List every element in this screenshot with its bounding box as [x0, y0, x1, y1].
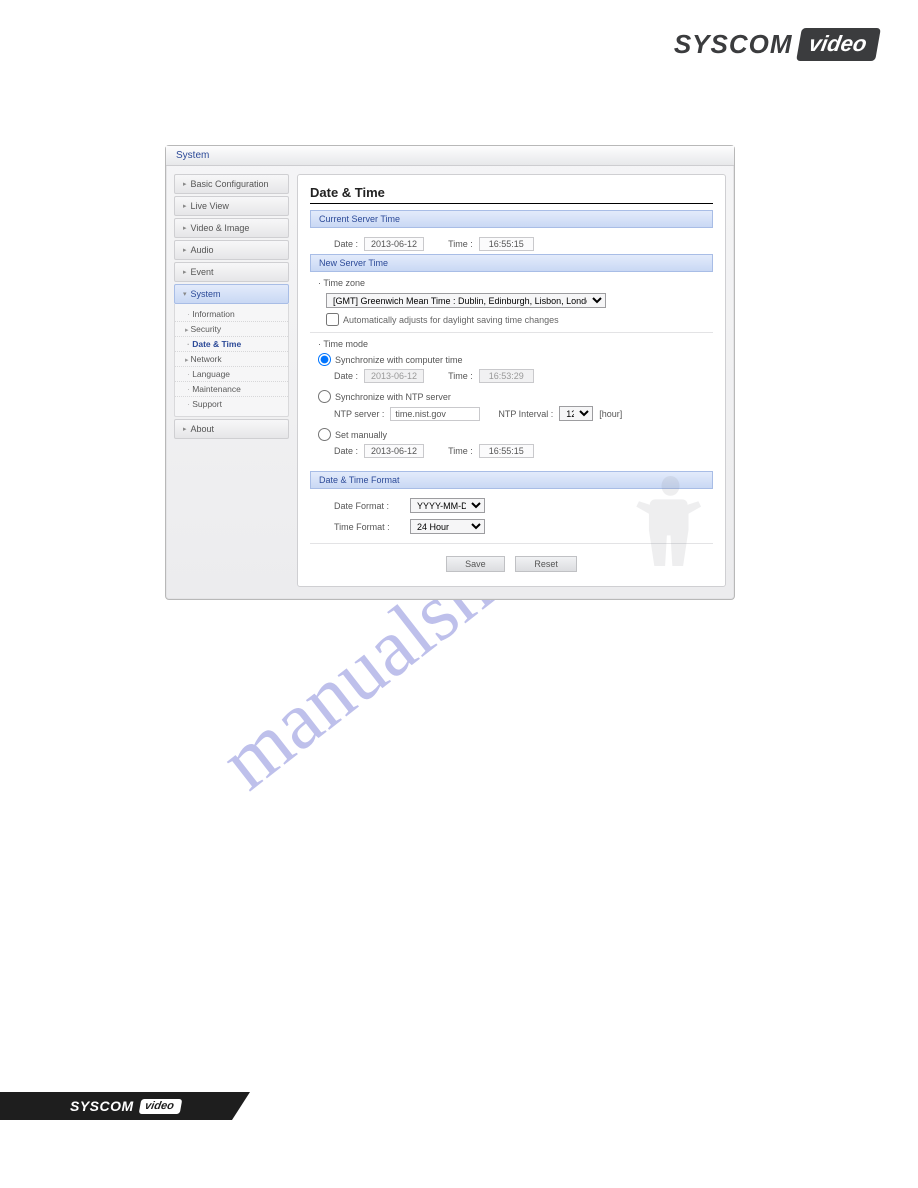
settings-window: System ▸ Basic Configuration ▸ Live View ▸…: [165, 145, 735, 600]
manual-time-row: Date : 2013-06-12 Time : 16:55:15: [310, 441, 713, 461]
time-format-row: Time Format : 24 Hour: [310, 516, 713, 537]
sidebar-item-live-view[interactable]: ▸ Live View: [174, 196, 289, 216]
computer-time-value: 16:53:29: [479, 369, 534, 383]
sidebar-sub-label: Date & Time: [192, 339, 241, 349]
window-title: System: [166, 146, 734, 166]
set-manually-radio[interactable]: [318, 428, 331, 441]
content-panel: Date & Time Current Server Time Date : 2…: [297, 174, 726, 587]
sync-ntp-row: Synchronize with NTP server: [310, 390, 713, 403]
section-date-time-format: Date & Time Format: [310, 471, 713, 489]
section-current-server-time: Current Server Time: [310, 210, 713, 228]
timezone-select[interactable]: [GMT] Greenwich Mean Time : Dublin, Edin…: [326, 293, 606, 308]
date-label: Date :: [334, 239, 358, 249]
ntp-server-label: NTP server :: [334, 409, 384, 419]
sync-ntp-radio[interactable]: [318, 390, 331, 403]
expand-icon: ▸: [183, 425, 187, 433]
sidebar-sub-information[interactable]: Information: [175, 307, 288, 322]
sync-computer-row: Synchronize with computer time: [310, 353, 713, 366]
timezone-label: · Time zone: [310, 278, 713, 288]
expand-icon: ▸: [183, 202, 187, 210]
sidebar-sub-language[interactable]: Language: [175, 367, 288, 382]
expand-icon: ▸: [183, 224, 187, 232]
brand-logo-top: SYSCOM video: [674, 28, 878, 61]
time-format-label: Time Format :: [334, 522, 404, 532]
sync-computer-radio[interactable]: [318, 353, 331, 366]
sidebar-item-event[interactable]: ▸ Event: [174, 262, 289, 282]
section-new-server-time: New Server Time: [310, 254, 713, 272]
sidebar-sub-label: Language: [192, 369, 230, 379]
timemode-label: · Time mode: [310, 339, 713, 349]
sidebar-item-basic-configuration[interactable]: ▸ Basic Configuration: [174, 174, 289, 194]
dst-row: Automatically adjusts for daylight savin…: [310, 313, 713, 326]
sidebar-item-label: Live View: [191, 201, 229, 211]
sidebar-sub-date-time[interactable]: Date & Time: [175, 337, 288, 352]
current-time-row: Date : 2013-06-12 Time : 16:55:15: [310, 234, 713, 254]
date-format-select[interactable]: YYYY-MM-DD: [410, 498, 485, 513]
ntp-interval-select[interactable]: 12: [559, 406, 593, 421]
sidebar-item-video-image[interactable]: ▸ Video & Image: [174, 218, 289, 238]
sidebar-submenu-system: Information Security Date & Time Network…: [174, 304, 289, 417]
time-format-select[interactable]: 24 Hour: [410, 519, 485, 534]
timezone-row: [GMT] Greenwich Mean Time : Dublin, Edin…: [310, 290, 713, 311]
sync-computer-label: Synchronize with computer time: [335, 355, 463, 365]
date-format-label: Date Format :: [334, 501, 404, 511]
sidebar-item-about[interactable]: ▸ About: [174, 419, 289, 439]
sidebar-sub-label: Maintenance: [192, 384, 241, 394]
sidebar-item-label: Audio: [191, 245, 214, 255]
sidebar-sub-maintenance[interactable]: Maintenance: [175, 382, 288, 397]
current-time-value: 16:55:15: [479, 237, 534, 251]
brand-logo-bottom: SYSCOM video: [0, 1092, 250, 1120]
brand-sub: video: [796, 28, 881, 61]
brand-name: SYSCOM: [674, 29, 793, 60]
ntp-interval-label: NTP Interval :: [498, 409, 553, 419]
sidebar-sub-security[interactable]: Security: [175, 322, 288, 337]
sidebar-item-label: Video & Image: [191, 223, 250, 233]
date-label: Date :: [334, 371, 358, 381]
sidebar-sub-label: Information: [192, 309, 235, 319]
sidebar-sub-support[interactable]: Support: [175, 397, 288, 411]
computer-time-row: Date : 2013-06-12 Time : 16:53:29: [310, 366, 713, 386]
sidebar-item-label: Basic Configuration: [191, 179, 269, 189]
dst-label: Automatically adjusts for daylight savin…: [343, 315, 559, 325]
page-title: Date & Time: [310, 185, 713, 204]
set-manually-label: Set manually: [335, 430, 387, 440]
sync-ntp-label: Synchronize with NTP server: [335, 392, 451, 402]
time-label: Time :: [448, 239, 473, 249]
computer-date-value: 2013-06-12: [364, 369, 424, 383]
sidebar-item-system[interactable]: ▾ System: [174, 284, 289, 304]
set-manually-row: Set manually: [310, 428, 713, 441]
manual-date-value: 2013-06-12: [364, 444, 424, 458]
sidebar-sub-label: Network: [190, 354, 221, 364]
reset-button[interactable]: Reset: [515, 556, 577, 572]
sidebar-sub-network[interactable]: Network: [175, 352, 288, 367]
expand-icon: ▸: [183, 180, 187, 188]
expand-icon: ▾: [183, 290, 187, 298]
date-label: Date :: [334, 446, 358, 456]
save-button[interactable]: Save: [446, 556, 505, 572]
button-row: Save Reset: [310, 556, 713, 572]
brand-name-bottom: SYSCOM: [70, 1098, 134, 1114]
date-format-row: Date Format : YYYY-MM-DD: [310, 495, 713, 516]
sidebar: ▸ Basic Configuration ▸ Live View ▸ Video &…: [174, 174, 289, 587]
brand-sub-bottom: video: [138, 1099, 181, 1114]
sidebar-item-audio[interactable]: ▸ Audio: [174, 240, 289, 260]
ntp-server-input[interactable]: [390, 407, 480, 421]
manual-time-value: 16:55:15: [479, 444, 534, 458]
sidebar-sub-label: Support: [192, 399, 222, 409]
sidebar-item-label: About: [191, 424, 215, 434]
sidebar-item-label: Event: [191, 267, 214, 277]
sidebar-item-label: System: [191, 289, 221, 299]
current-date-value: 2013-06-12: [364, 237, 424, 251]
expand-icon: ▸: [183, 246, 187, 254]
time-label: Time :: [448, 371, 473, 381]
time-label: Time :: [448, 446, 473, 456]
ntp-unit-label: [hour]: [599, 409, 622, 419]
expand-icon: ▸: [183, 268, 187, 276]
dst-checkbox[interactable]: [326, 313, 339, 326]
sidebar-sub-label: Security: [190, 324, 221, 334]
ntp-row: NTP server : NTP Interval : 12 [hour]: [310, 403, 713, 424]
